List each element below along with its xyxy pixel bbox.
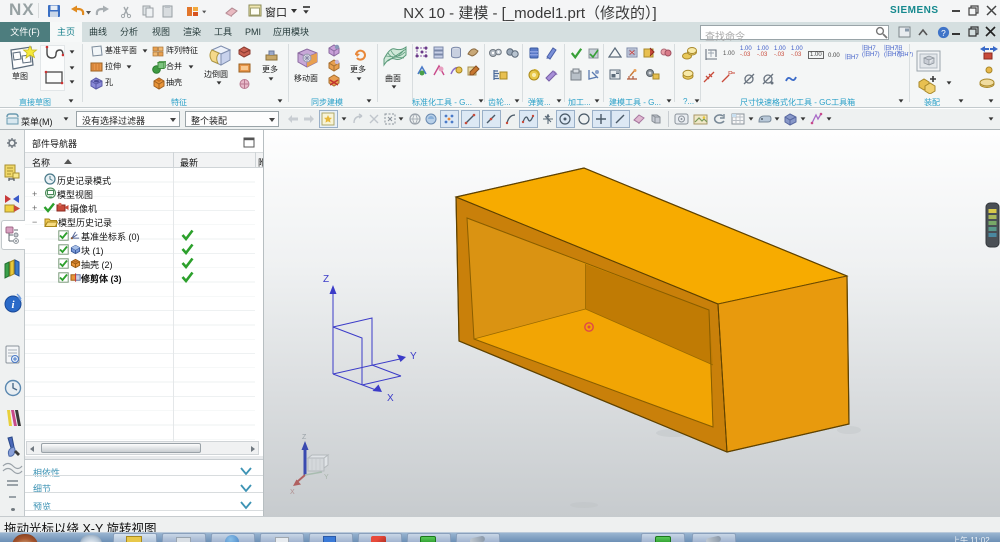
svg-text:?: ? (941, 28, 946, 38)
svg-text:X: X (290, 489, 295, 496)
svg-text:Y: Y (410, 351, 417, 362)
svg-text:Z: Z (302, 434, 307, 441)
svg-text:Z: Z (323, 274, 329, 285)
svg-text:P: P (728, 71, 733, 78)
svg-text:X: X (387, 393, 394, 404)
svg-text:Y: Y (324, 474, 329, 481)
